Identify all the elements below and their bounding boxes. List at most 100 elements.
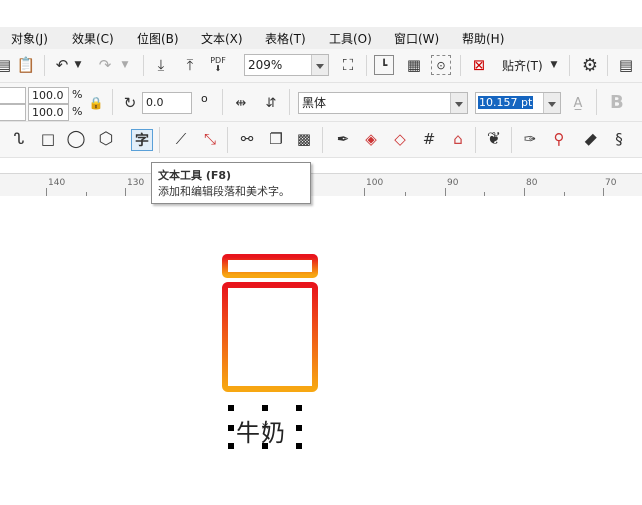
- scale-y-value: 100.0: [32, 106, 64, 119]
- separator: [227, 127, 228, 153]
- selection-handle-left[interactable]: [228, 425, 234, 431]
- import-icon[interactable]: ⤓: [151, 55, 171, 75]
- application-launcher-icon[interactable]: ▤: [616, 55, 636, 75]
- snap-dropdown-icon[interactable]: ▼: [548, 55, 560, 75]
- text-tool-tooltip: 文本工具 (F8) 添加和编辑段落和美术字。: [151, 162, 311, 204]
- menu-table[interactable]: 表格(T): [265, 30, 306, 47]
- font-size-dropdown-arrow[interactable]: [543, 93, 560, 113]
- freehand-tool-icon[interactable]: ᔐ: [9, 129, 29, 149]
- separator: [475, 127, 476, 153]
- separator: [44, 55, 45, 76]
- undo-dropdown-icon[interactable]: ▼: [72, 55, 84, 75]
- window-top-strip: [0, 0, 642, 27]
- smear-tool-icon[interactable]: §: [609, 129, 629, 149]
- ruler-tick: [364, 188, 365, 196]
- zoom-dropdown-arrow[interactable]: [311, 55, 328, 75]
- selection-handle-bottom[interactable]: [262, 443, 268, 449]
- ruler-label: 80: [526, 178, 538, 188]
- show-guidelines-icon[interactable]: ⊙: [431, 55, 451, 75]
- ruler-tick: [46, 188, 47, 196]
- ruler-tick: [603, 188, 604, 196]
- font-family-select[interactable]: 黑体: [298, 92, 468, 114]
- publish-pdf-icon[interactable]: PDF ⬇: [208, 55, 228, 75]
- lock-ratio-icon[interactable]: 🔒: [86, 93, 106, 113]
- save-icon[interactable]: ▤: [0, 55, 14, 75]
- transparency-tool-icon[interactable]: ▩: [294, 129, 314, 149]
- show-grid-icon[interactable]: ▦: [404, 55, 424, 75]
- menu-object[interactable]: 对象(J): [11, 30, 48, 47]
- interactive-fill-icon[interactable]: ◈: [361, 129, 381, 149]
- full-screen-icon[interactable]: ⛶: [338, 55, 358, 75]
- menu-bitmaps[interactable]: 位图(B): [137, 30, 179, 47]
- menu-tools[interactable]: 工具(O): [329, 30, 372, 47]
- separator: [460, 55, 461, 76]
- scale-y-field[interactable]: 100.0: [28, 104, 69, 121]
- smart-fill-icon[interactable]: ◇: [390, 129, 410, 149]
- text-tool-icon[interactable]: 字: [131, 129, 153, 151]
- milk-bottle-icon[interactable]: [218, 250, 322, 398]
- bold-button[interactable]: B: [610, 92, 624, 113]
- artistic-media-icon[interactable]: ❦: [484, 129, 504, 149]
- horizontal-ruler[interactable]: 140 130 100 90 80 70: [0, 173, 642, 197]
- separator: [112, 89, 113, 115]
- scale-x-field[interactable]: 100.0: [28, 87, 69, 104]
- ellipse-tool-icon[interactable]: ◯: [66, 129, 86, 149]
- snap-to-dropdown[interactable]: 贴齐(T): [502, 57, 543, 74]
- selection-handle-top-left[interactable]: [228, 405, 234, 411]
- outline-pen-icon[interactable]: ⌂: [448, 129, 468, 149]
- menu-text[interactable]: 文本(X): [201, 30, 243, 47]
- position-x-field[interactable]: [0, 87, 26, 104]
- selection-handle-top[interactable]: [262, 405, 268, 411]
- text-style-icon[interactable]: A̲: [568, 93, 588, 113]
- connector-tool-icon[interactable]: ⤡: [200, 129, 220, 149]
- selection-handle-bottom-right[interactable]: [296, 443, 302, 449]
- redo-dropdown-icon[interactable]: ▼: [119, 55, 131, 75]
- mirror-vertical-icon[interactable]: ⇵: [261, 93, 281, 113]
- show-rulers-icon[interactable]: ┗: [374, 55, 394, 75]
- font-size-select[interactable]: 10.157 pt: [475, 92, 561, 114]
- mirror-horizontal-icon[interactable]: ⇹: [231, 93, 251, 113]
- position-y-field[interactable]: [0, 104, 26, 121]
- paste-icon[interactable]: 📋: [16, 55, 36, 75]
- menu-bar: 对象(J) 效果(C) 位图(B) 文本(X) 表格(T) 工具(O) 窗口(W…: [0, 27, 642, 49]
- menu-window[interactable]: 窗口(W): [394, 30, 439, 47]
- font-family-dropdown-arrow[interactable]: [450, 93, 467, 113]
- ruler-label: 130: [127, 178, 145, 188]
- rotation-angle-field[interactable]: 0.0: [142, 92, 192, 114]
- rectangle-tool-icon[interactable]: □: [38, 129, 58, 149]
- menu-help[interactable]: 帮助(H): [462, 30, 504, 47]
- standard-toolbar: ▤ 📋 ↶ ▼ ↷ ▼ ⤓ ⤒ PDF ⬇ 209% ⛶ ┗ ▦ ⊙ ⊠ 贴齐(T…: [0, 49, 642, 83]
- rotation-icon[interactable]: ↻: [120, 93, 140, 113]
- separator: [222, 89, 223, 115]
- snap-off-icon[interactable]: ⊠: [469, 55, 489, 75]
- tooltip-description: 添加和编辑段落和美术字。: [158, 185, 290, 198]
- export-icon[interactable]: ⤒: [180, 55, 200, 75]
- mesh-fill-icon[interactable]: #: [419, 129, 439, 149]
- selection-handle-right[interactable]: [296, 425, 302, 431]
- separator: [569, 55, 570, 76]
- attributes-eyedropper-icon[interactable]: ⚲: [549, 129, 569, 149]
- dimension-tool-icon[interactable]: ⟋: [171, 129, 191, 149]
- separator: [159, 127, 160, 153]
- ruler-label: 100: [366, 178, 384, 188]
- undo-icon[interactable]: ↶: [52, 55, 72, 75]
- eraser-tool-icon[interactable]: ▬: [576, 125, 604, 153]
- pen-tool-icon[interactable]: ✑: [520, 129, 540, 149]
- font-family-value: 黑体: [302, 96, 327, 110]
- separator: [289, 89, 290, 115]
- drop-shadow-tool-icon[interactable]: ❐: [266, 129, 286, 149]
- redo-icon[interactable]: ↷: [95, 55, 115, 75]
- selection-handle-top-right[interactable]: [296, 405, 302, 411]
- bottle-cap: [222, 254, 318, 278]
- zoom-level-select[interactable]: 209%: [244, 54, 329, 76]
- blend-tool-icon[interactable]: ⚯: [237, 129, 257, 149]
- rotation-angle-value: 0.0: [146, 96, 164, 109]
- options-gear-icon[interactable]: ⚙: [580, 55, 600, 76]
- selection-handle-bottom-left[interactable]: [228, 443, 234, 449]
- percent-label-x: %: [72, 88, 83, 101]
- color-eyedropper-icon[interactable]: ✒: [333, 129, 353, 149]
- menu-effects[interactable]: 效果(C): [72, 30, 114, 47]
- polygon-tool-icon[interactable]: ⬡: [96, 129, 116, 149]
- ruler-tick: [524, 188, 525, 196]
- separator: [322, 127, 323, 153]
